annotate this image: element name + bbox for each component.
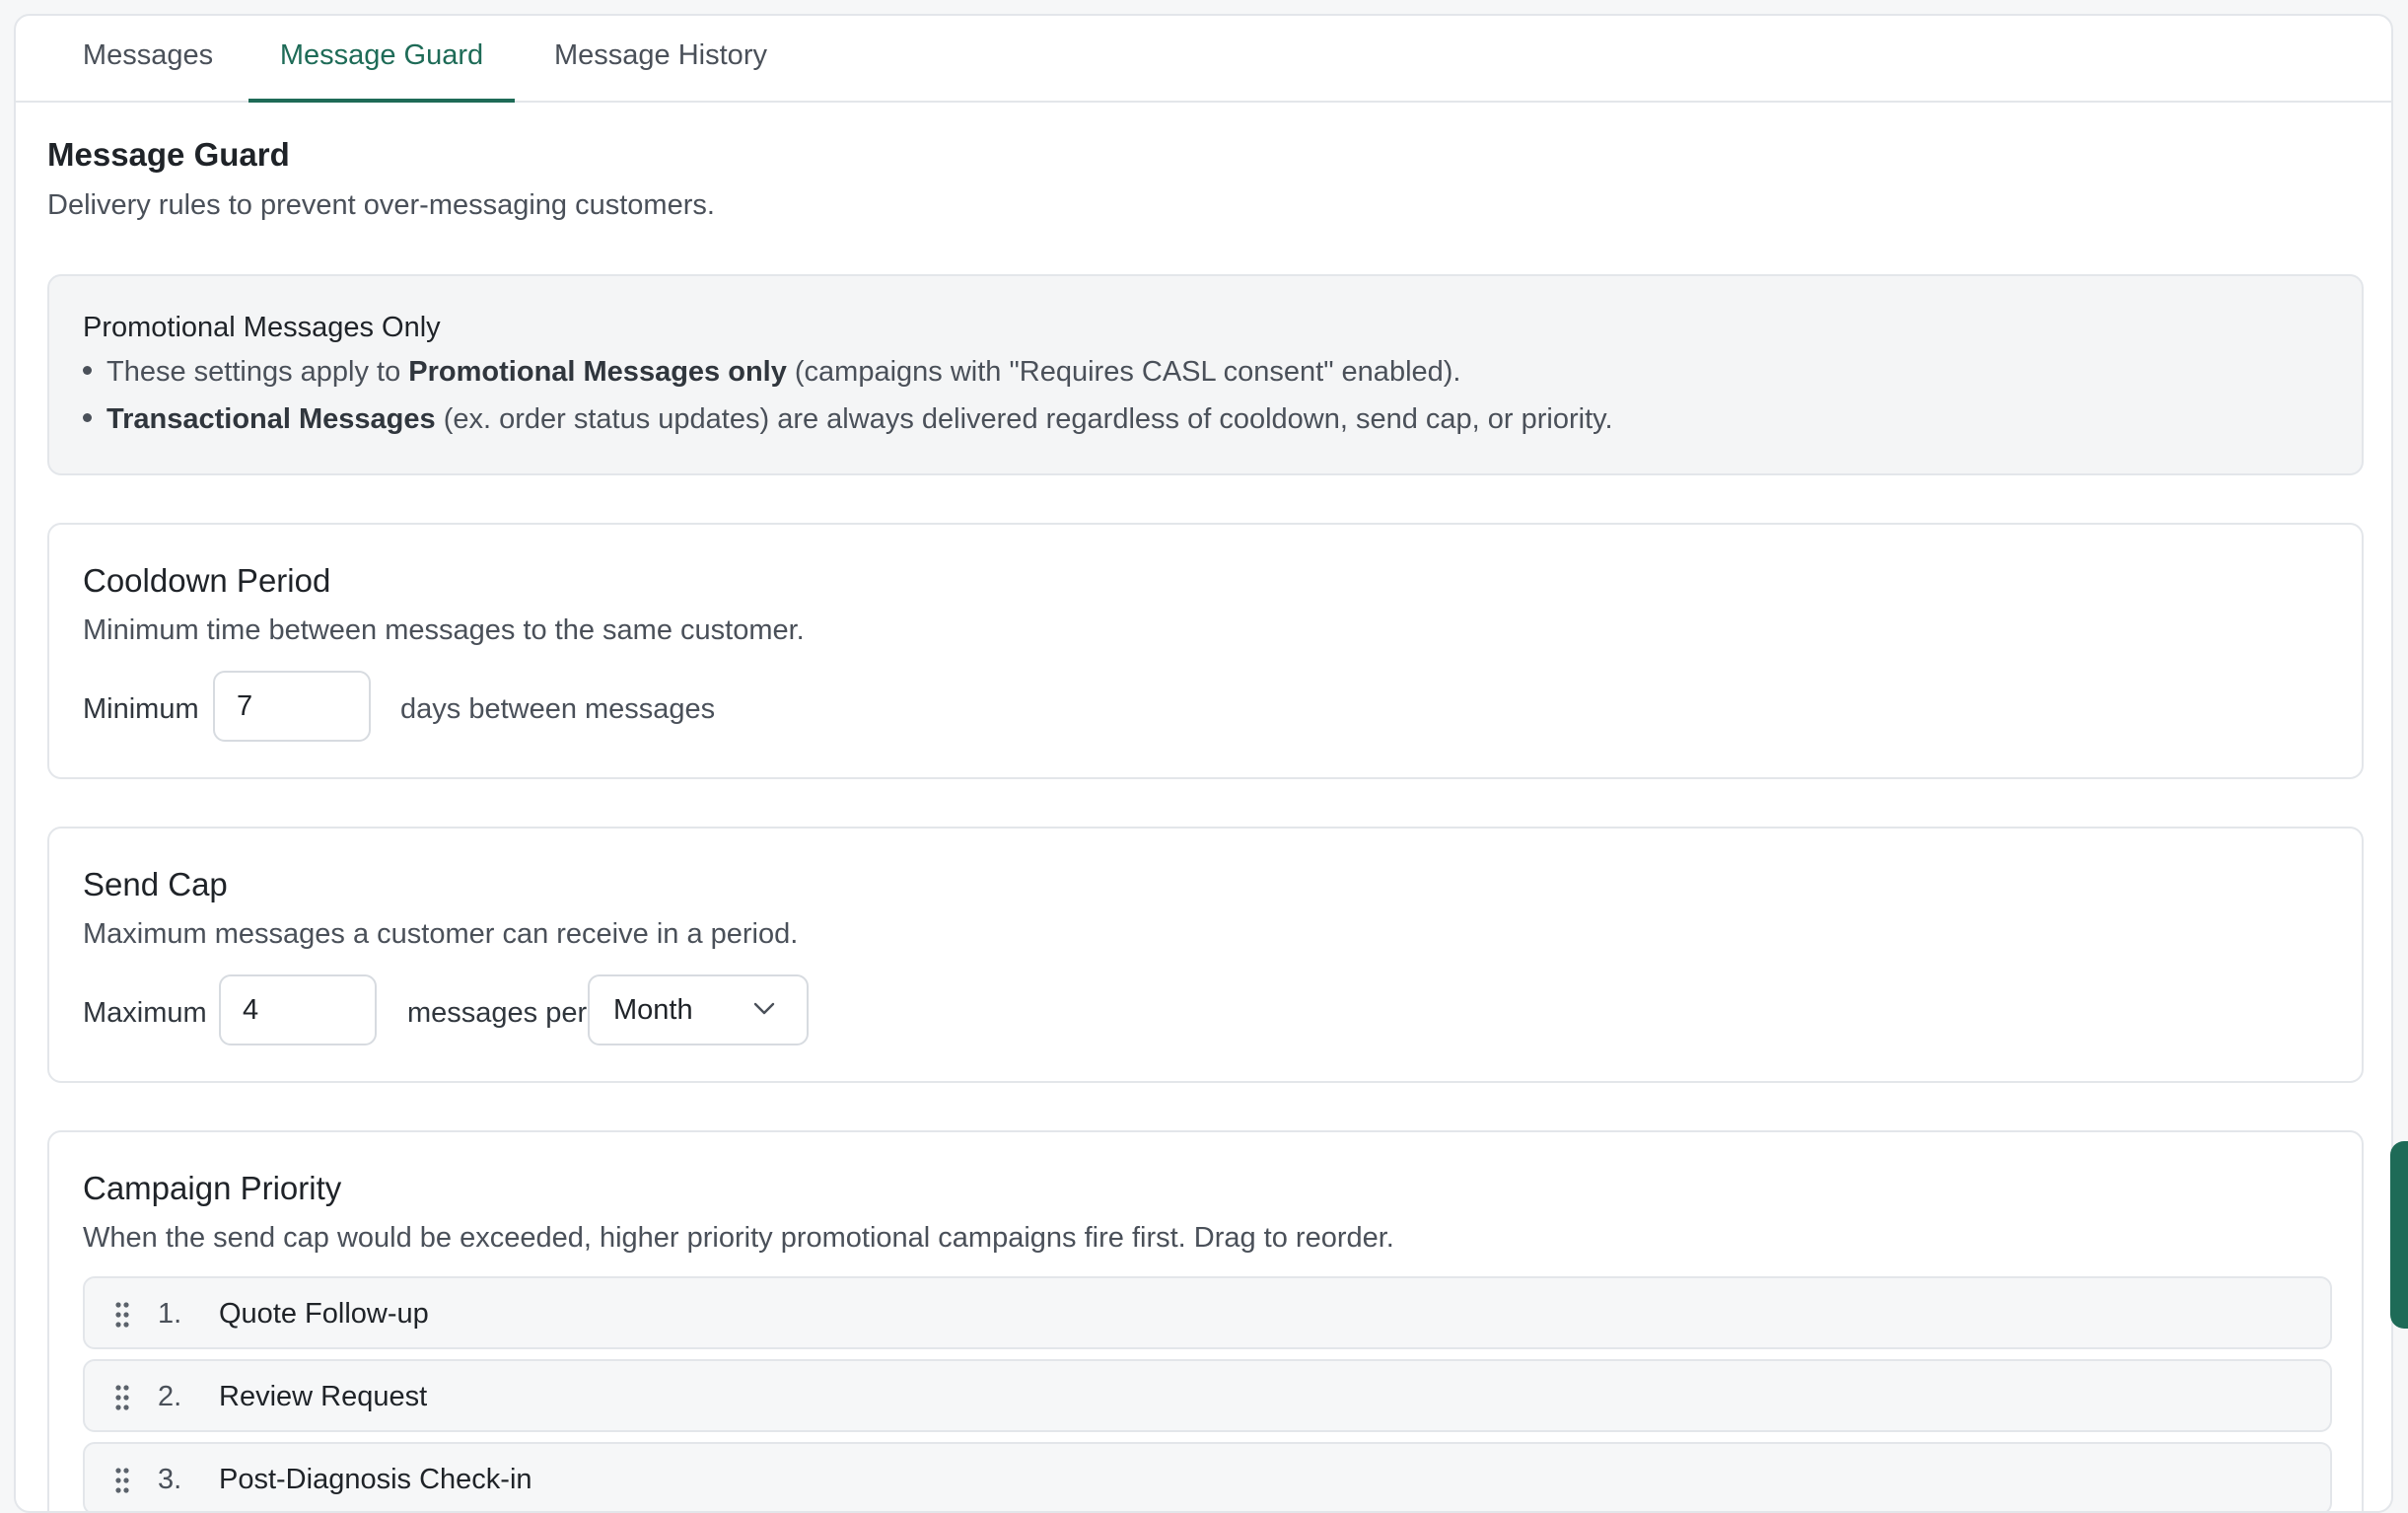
promotional-notice: Promotional Messages Only These settings… bbox=[47, 274, 2364, 475]
priority-item[interactable]: 1. Quote Follow-up bbox=[83, 1276, 2332, 1349]
cooldown-title: Cooldown Period bbox=[83, 562, 331, 599]
bullet-text-bold: Transactional Messages bbox=[106, 403, 436, 435]
page-title: Message Guard bbox=[47, 136, 290, 173]
priority-item[interactable]: 2. Review Request bbox=[83, 1359, 2332, 1432]
send-cap-title: Send Cap bbox=[83, 866, 228, 902]
notice-title: Promotional Messages Only bbox=[83, 312, 441, 343]
cooldown-description: Minimum time between messages to the sam… bbox=[83, 614, 805, 646]
priority-title: Campaign Priority bbox=[83, 1170, 342, 1206]
priority-campaign-name: Review Request bbox=[219, 1381, 428, 1412]
bullet-dot bbox=[83, 365, 92, 375]
send-cap-max-input[interactable] bbox=[219, 974, 377, 1045]
side-feedback-tab[interactable] bbox=[2390, 1141, 2408, 1329]
drag-handle-icon[interactable] bbox=[114, 1468, 130, 1493]
tab-messages[interactable]: Messages bbox=[61, 16, 235, 101]
drag-handle-icon[interactable] bbox=[114, 1385, 130, 1410]
tab-bar: Messages Message Guard Message History bbox=[16, 16, 2391, 103]
tab-message-history[interactable]: Message History bbox=[529, 16, 793, 101]
priority-number: 2. bbox=[158, 1381, 182, 1412]
cooldown-prefix-label: Minimum bbox=[83, 693, 199, 725]
notice-bullet-promotional: These settings apply to Promotional Mess… bbox=[83, 356, 1460, 389]
send-cap-period-select[interactable]: Month bbox=[588, 974, 809, 1045]
priority-description: When the send cap would be exceeded, hig… bbox=[83, 1222, 1394, 1254]
send-cap-description: Maximum messages a customer can receive … bbox=[83, 918, 799, 950]
bullet-text-post: (ex. order status updates) are always de… bbox=[435, 403, 1613, 435]
send-cap-card: Send Cap Maximum messages a customer can… bbox=[47, 827, 2364, 1083]
main-panel: Messages Message Guard Message History M… bbox=[14, 14, 2393, 1513]
send-cap-period-value: Month bbox=[613, 994, 693, 1026]
priority-number: 3. bbox=[158, 1464, 182, 1495]
cooldown-days-input[interactable] bbox=[213, 671, 371, 742]
priority-item[interactable]: 3. Post-Diagnosis Check-in bbox=[83, 1442, 2332, 1511]
campaign-priority-card: Campaign Priority When the send cap woul… bbox=[47, 1130, 2364, 1511]
priority-number: 1. bbox=[158, 1298, 182, 1330]
bullet-text-post: (campaigns with "Requires CASL consent" … bbox=[786, 356, 1461, 388]
tab-message-guard[interactable]: Message Guard bbox=[248, 16, 515, 103]
priority-campaign-name: Post-Diagnosis Check-in bbox=[219, 1464, 532, 1495]
chevron-down-icon bbox=[753, 1002, 775, 1015]
send-cap-prefix-label: Maximum bbox=[83, 997, 207, 1029]
page-subtitle: Delivery rules to prevent over-messaging… bbox=[47, 189, 715, 221]
bullet-text-bold: Promotional Messages only bbox=[408, 356, 787, 388]
priority-campaign-name: Quote Follow-up bbox=[219, 1298, 429, 1330]
cooldown-card: Cooldown Period Minimum time between mes… bbox=[47, 523, 2364, 779]
send-cap-middle-label: messages per bbox=[407, 997, 588, 1029]
drag-handle-icon[interactable] bbox=[114, 1302, 130, 1328]
cooldown-suffix-label: days between messages bbox=[400, 693, 716, 725]
bullet-text-pre: These settings apply to bbox=[106, 356, 409, 388]
bullet-dot bbox=[83, 412, 92, 422]
notice-bullet-transactional: Transactional Messages (ex. order status… bbox=[83, 403, 1613, 436]
